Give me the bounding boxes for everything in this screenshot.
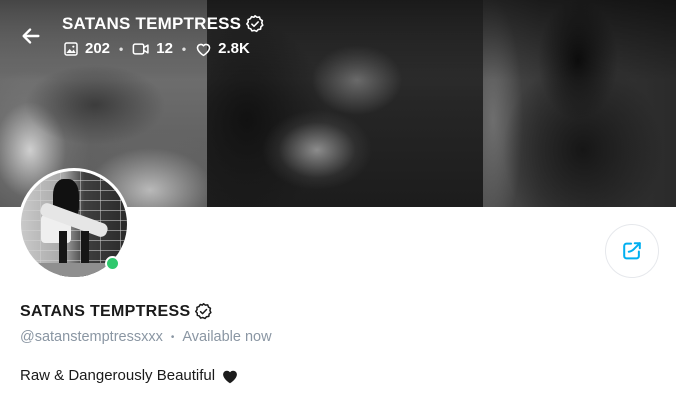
- username[interactable]: @satanstemptressxxx: [20, 329, 163, 345]
- share-button[interactable]: [605, 224, 659, 278]
- stat-photos: 202: [63, 40, 110, 57]
- bio-text: Raw & Dangerously Beautiful: [20, 367, 216, 384]
- arrow-left-icon: [20, 25, 42, 47]
- stat-likes: 2.8K: [195, 40, 250, 57]
- header-title: SATANS TEMPTRESS: [62, 14, 265, 34]
- video-icon: [132, 41, 150, 57]
- heart-icon: [195, 41, 212, 57]
- online-status-dot: [105, 256, 120, 271]
- profile-name-text: SATANS TEMPTRESS: [20, 302, 191, 320]
- profile-page: SATANS TEMPTRESS 202 • 12 • 2.8K SATANS …: [0, 0, 676, 403]
- header-stats: 202 • 12 • 2.8K: [63, 40, 250, 57]
- share-icon: [621, 240, 643, 262]
- stat-videos: 12: [132, 40, 173, 57]
- stat-likes-count: 2.8K: [218, 40, 250, 57]
- image-icon: [63, 41, 79, 57]
- stat-photos-count: 202: [85, 40, 111, 57]
- profile-meta: @satanstemptressxxx • Available now: [20, 329, 272, 345]
- profile-name: SATANS TEMPTRESS: [20, 302, 213, 321]
- verified-badge-icon: [245, 14, 265, 34]
- verified-badge-icon: [194, 302, 213, 321]
- availability-status: Available now: [182, 329, 272, 345]
- back-button[interactable]: [16, 21, 46, 51]
- stat-separator: •: [119, 41, 124, 56]
- header-name: SATANS TEMPTRESS: [62, 14, 242, 33]
- meta-separator: •: [170, 331, 175, 343]
- profile-bio: Raw & Dangerously Beautiful: [20, 367, 239, 384]
- stat-separator: •: [181, 41, 187, 56]
- black-heart-emoji-icon: [221, 368, 239, 384]
- stat-videos-count: 12: [156, 40, 173, 57]
